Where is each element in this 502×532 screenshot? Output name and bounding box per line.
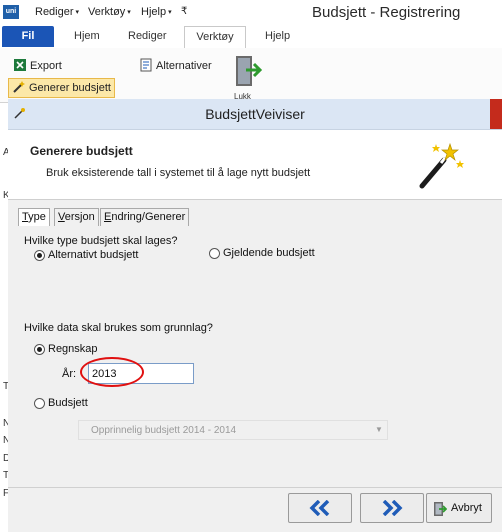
radio-alternativt-label[interactable]: Alternativt budsjett	[48, 249, 139, 261]
annotation-circle	[80, 357, 144, 387]
alternativer-button[interactable]: Alternativer	[136, 57, 215, 75]
budsjett-veiviser-dialog: BudsjettVeiviser Generere budsjett Bruk …	[8, 99, 502, 532]
footer-separator	[8, 487, 502, 488]
tab-rediger[interactable]: Rediger	[128, 30, 167, 42]
avbryt-label: Avbryt	[451, 502, 482, 514]
app-title: Budsjett - Registrering	[312, 4, 461, 21]
wizard-header: Generere budsjett Bruk eksisterende tall…	[8, 130, 502, 200]
magic-wand-icon	[12, 80, 26, 94]
dialog-title: BudsjettVeiviser	[205, 106, 305, 122]
qat-dropdown-icon[interactable]: ₹	[181, 6, 187, 17]
tab-hjem[interactable]: Hjem	[74, 30, 100, 42]
question-budsjett-type: Hvilke type budsjett skal lages?	[24, 235, 178, 247]
tab-versjon[interactable]: Versjon	[54, 208, 99, 226]
radio-gjeldende-budsjett[interactable]	[209, 248, 220, 259]
radio-budsjett[interactable]	[34, 398, 45, 409]
radio-alternativt-budsjett[interactable]	[34, 250, 45, 261]
chevron-down-icon: ▼	[375, 425, 383, 434]
back-button[interactable]	[288, 493, 352, 523]
magic-wand-icon	[412, 138, 468, 194]
tab-endring-generer[interactable]: Endring/Generer	[100, 208, 190, 226]
budsjett-select[interactable]: Opprinnelig budsjett 2014 - 2014 ▼	[78, 420, 388, 440]
radio-gjeldende-label[interactable]: Gjeldende budsjett	[223, 247, 315, 259]
tab-type[interactable]: Type	[18, 208, 50, 227]
background-left-strip	[0, 103, 8, 532]
tab-fil[interactable]: Fil	[2, 26, 54, 47]
quick-menu-verktoy[interactable]: Verktøy ▾	[88, 6, 131, 18]
generer-budsjett-button[interactable]: Generer budsjett	[8, 78, 115, 98]
tab-verktoy[interactable]: Verktøy	[184, 26, 246, 50]
radio-budsjett-label[interactable]: Budsjett	[48, 397, 88, 409]
export-button[interactable]: Export	[10, 57, 65, 75]
wizard-header-title: Generere budsjett	[30, 144, 133, 158]
quick-menu-rediger[interactable]: Rediger ▾	[35, 6, 79, 18]
budsjett-select-value: Opprinnelig budsjett 2014 - 2014	[91, 425, 237, 436]
next-button[interactable]	[360, 493, 424, 523]
question-data-grunnlag: Hvilke data skal brukes som grunnlag?	[24, 322, 213, 334]
radio-regnskap-label[interactable]: Regnskap	[48, 343, 98, 355]
wizard-header-subtitle: Bruk eksisterende tall i systemet til å …	[46, 167, 311, 179]
tab-panel-type	[16, 226, 496, 488]
quick-menu-hjelp[interactable]: Hjelp ▾	[141, 6, 172, 18]
avbryt-button[interactable]: Avbryt	[426, 493, 492, 523]
double-chevron-left-icon	[309, 500, 330, 516]
tab-hjelp[interactable]: Hjelp	[265, 30, 290, 42]
door-exit-icon	[434, 502, 447, 516]
double-chevron-right-icon	[382, 500, 403, 516]
app-logo: uni	[3, 5, 19, 19]
dialog-close-button[interactable]	[490, 99, 502, 129]
options-icon	[139, 58, 153, 72]
excel-icon	[13, 58, 27, 72]
aar-label: År:	[62, 368, 77, 380]
close-large-button[interactable]: Lukk	[232, 54, 264, 101]
door-exit-icon	[236, 56, 263, 86]
radio-regnskap[interactable]	[34, 344, 45, 355]
